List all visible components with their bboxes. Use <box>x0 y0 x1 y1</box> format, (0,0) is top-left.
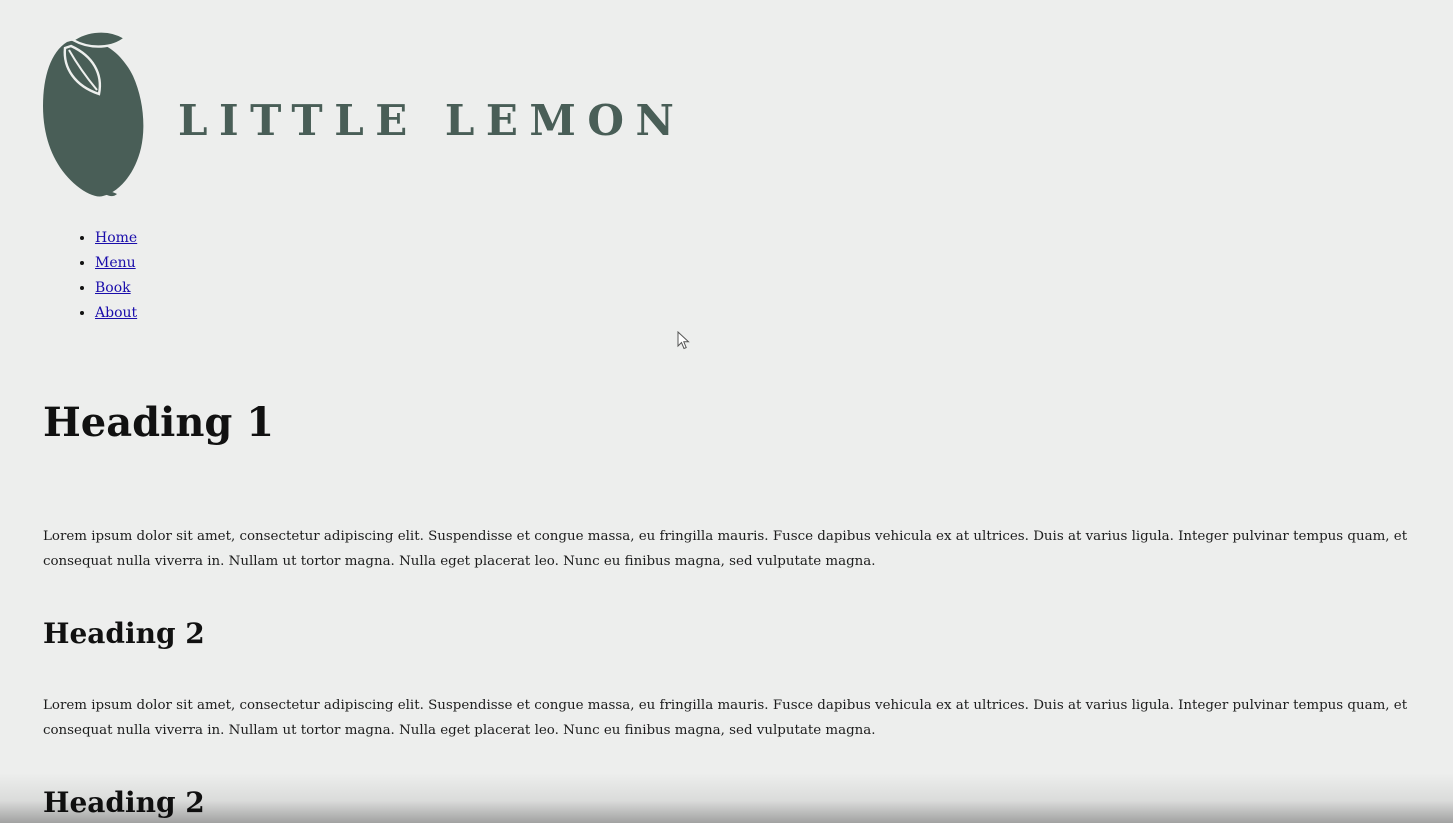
lemon-logo-icon[interactable] <box>43 28 147 198</box>
heading-1: Heading 1 <box>43 399 275 446</box>
brand-wordmark: LITTLE LEMON <box>178 96 686 145</box>
nav-item-book: Book <box>95 276 137 301</box>
main-nav: Home Menu Book About <box>43 226 137 326</box>
nav-item-menu: Menu <box>95 251 137 276</box>
nav-link-menu[interactable]: Menu <box>95 255 136 271</box>
heading-2-first: Heading 2 <box>43 617 205 650</box>
nav-item-about: About <box>95 301 137 326</box>
mouse-cursor-icon <box>677 331 690 350</box>
nav-list: Home Menu Book About <box>43 226 137 326</box>
nav-link-home[interactable]: Home <box>95 230 137 246</box>
paragraph-2: Lorem ipsum dolor sit amet, consectetur … <box>43 698 1408 738</box>
heading-2-second: Heading 2 <box>43 786 205 819</box>
nav-link-book[interactable]: Book <box>95 280 131 296</box>
nav-item-home: Home <box>95 226 137 251</box>
paragraph-1: Lorem ipsum dolor sit amet, consectetur … <box>43 529 1408 569</box>
nav-link-about[interactable]: About <box>95 305 137 321</box>
site-header: LITTLE LEMON <box>43 28 743 200</box>
bottom-fade-overlay <box>0 773 1453 823</box>
